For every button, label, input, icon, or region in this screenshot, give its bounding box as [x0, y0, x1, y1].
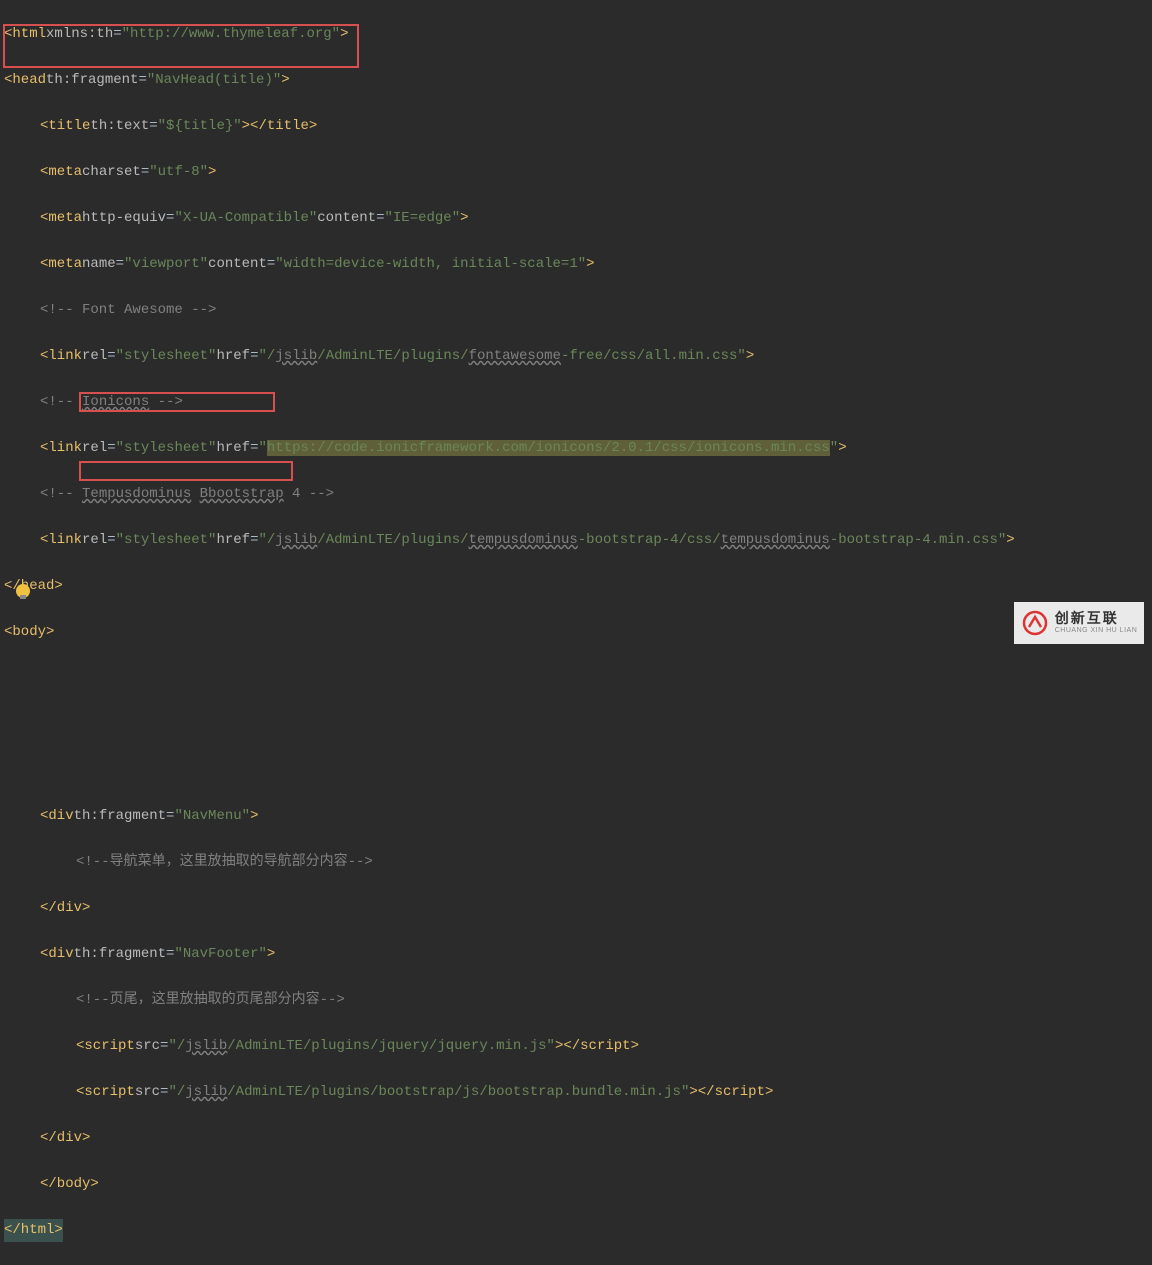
- code-line: [0, 759, 1152, 782]
- code-line: <!--导航菜单，这里放抽取的导航部分内容-->: [0, 851, 1152, 874]
- code-line: [0, 713, 1152, 736]
- code-line: <meta charset="utf-8">: [0, 161, 1152, 184]
- code-line: </html>: [0, 1219, 1152, 1242]
- code-line: <link rel="stylesheet" href="https://cod…: [0, 437, 1152, 460]
- code-editor[interactable]: <html xmlns:th="http://www.thymeleaf.org…: [0, 0, 1152, 1265]
- code-line: <link rel="stylesheet" href="/jslib/Admi…: [0, 345, 1152, 368]
- code-line: <body>: [0, 621, 1152, 644]
- code-line: <title th:text="${title}"></title>: [0, 115, 1152, 138]
- code-line: <html xmlns:th="http://www.thymeleaf.org…: [0, 23, 1152, 46]
- code-line: <div th:fragment="NavMenu">: [0, 805, 1152, 828]
- code-line: <head th:fragment="NavHead(title)">: [0, 69, 1152, 92]
- watermark-logo: 创新互联 CHUANG XIN HU LIAN: [1014, 602, 1144, 644]
- code-line: <!-- Font Awesome -->: [0, 299, 1152, 322]
- logo-text-en: CHUANG XIN HU LIAN: [1055, 627, 1138, 635]
- code-line: </div>: [0, 1127, 1152, 1150]
- code-line: <!-- Ionicons -->: [0, 391, 1152, 414]
- code-line: [0, 667, 1152, 690]
- logo-text-cn: 创新互联: [1055, 611, 1138, 626]
- code-line: <!--页尾，这里放抽取的页尾部分内容-->: [0, 989, 1152, 1012]
- code-line: <meta name="viewport" content="width=dev…: [0, 253, 1152, 276]
- code-line: <script src="/jslib/AdminLTE/plugins/boo…: [0, 1081, 1152, 1104]
- logo-icon: [1021, 609, 1049, 637]
- code-line: <!-- Tempusdominus Bbootstrap 4 -->: [0, 483, 1152, 506]
- code-line: <link rel="stylesheet" href="/jslib/Admi…: [0, 529, 1152, 552]
- code-line: </div>: [0, 897, 1152, 920]
- code-line: </head>: [0, 575, 1152, 598]
- code-line: </body>: [0, 1173, 1152, 1196]
- code-line: <meta http-equiv="X-UA-Compatible" conte…: [0, 207, 1152, 230]
- code-line: <div th:fragment="NavFooter">: [0, 943, 1152, 966]
- lightbulb-icon[interactable]: [16, 584, 30, 598]
- code-line: <script src="/jslib/AdminLTE/plugins/jqu…: [0, 1035, 1152, 1058]
